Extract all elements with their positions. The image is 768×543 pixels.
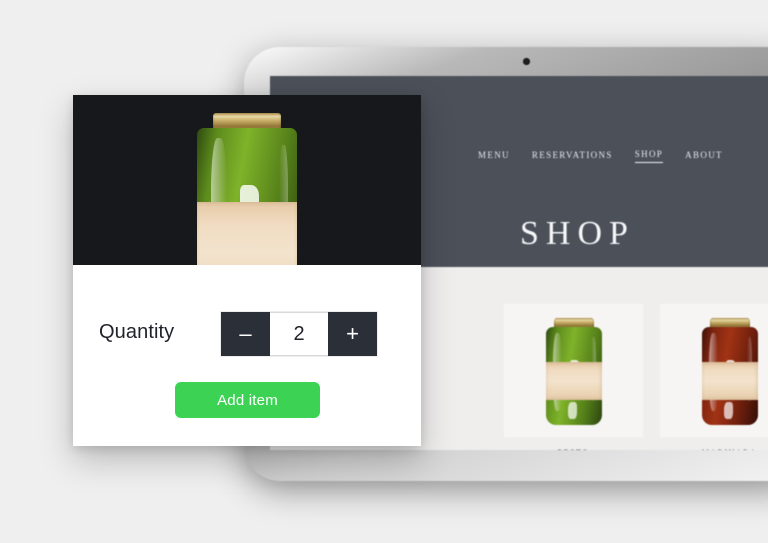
pesto-jar-image — [544, 318, 604, 425]
product-card-marinara[interactable] — [660, 304, 768, 437]
jar-label — [545, 362, 602, 400]
hero-pesto-jar-image — [195, 113, 299, 265]
add-item-button[interactable]: Add item — [175, 382, 320, 418]
quantity-value[interactable]: 2 — [270, 312, 328, 356]
jar-body — [197, 128, 297, 265]
quantity-stepper[interactable]: – 2 + — [221, 312, 377, 356]
product-card-pesto[interactable] — [504, 304, 643, 437]
jar-label — [197, 201, 297, 265]
nav-item-menu[interactable]: MENU — [478, 150, 510, 163]
modal-product-image — [73, 95, 421, 265]
quantity-decrement-button[interactable]: – — [221, 312, 270, 356]
jar-body — [701, 327, 758, 425]
marinara-jar-image — [700, 318, 760, 425]
nav-item-shop[interactable]: SHOP — [634, 149, 664, 163]
jar-contents-highlight-lower — [567, 401, 577, 420]
product-name-pesto: PESTO — [504, 448, 643, 450]
jar-contents-highlight-lower — [723, 401, 733, 420]
tablet-camera-icon — [523, 58, 530, 65]
screenshot-scene: MENU RESERVATIONS SHOP ABOUT SHOP Quanti… — [0, 0, 768, 543]
product-name-marinara: MARINARA — [660, 448, 768, 450]
quantity-row: Quantity – 2 + — [99, 312, 395, 356]
modal-body: Quantity – 2 + Add item — [73, 265, 421, 446]
site-navigation: MENU RESERVATIONS SHOP ABOUT — [478, 149, 723, 163]
add-to-cart-modal: Quantity – 2 + Add item — [73, 95, 421, 446]
nav-item-reservations[interactable]: RESERVATIONS — [532, 150, 613, 163]
quantity-increment-button[interactable]: + — [328, 312, 377, 356]
jar-label — [701, 362, 758, 400]
jar-body — [545, 327, 602, 425]
page-title: SHOP — [520, 215, 635, 252]
nav-item-about[interactable]: ABOUT — [685, 150, 723, 163]
quantity-label: Quantity — [99, 321, 175, 343]
